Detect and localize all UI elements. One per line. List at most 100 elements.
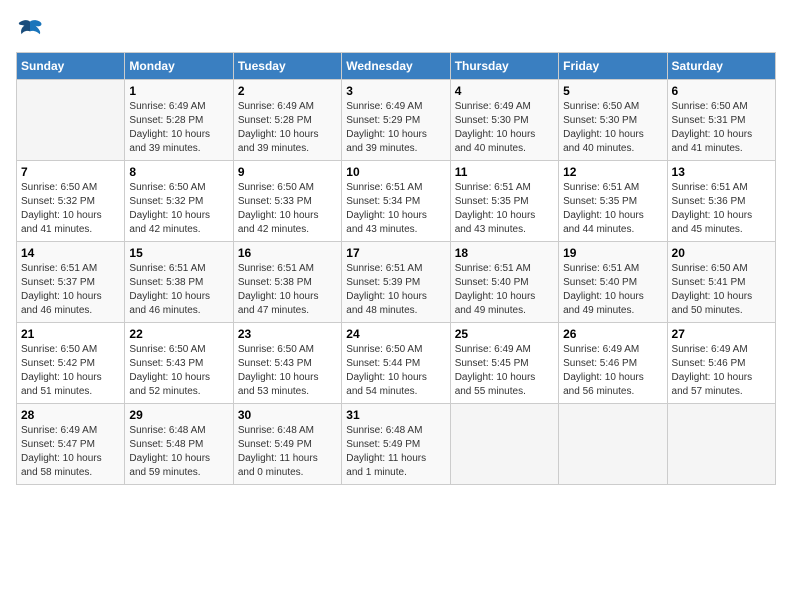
day-info: Sunrise: 6:51 AM Sunset: 5:40 PM Dayligh… bbox=[563, 262, 662, 318]
page-header bbox=[16, 16, 776, 44]
day-number: 18 bbox=[455, 246, 554, 260]
day-number: 9 bbox=[238, 165, 337, 179]
day-number: 16 bbox=[238, 246, 337, 260]
calendar-week-4: 21 Sunrise: 6:50 AM Sunset: 5:42 PM Dayli… bbox=[17, 323, 776, 404]
day-info: Sunrise: 6:50 AM Sunset: 5:43 PM Dayligh… bbox=[238, 343, 337, 399]
day-number: 22 bbox=[129, 327, 228, 341]
day-info: Sunrise: 6:49 AM Sunset: 5:29 PM Dayligh… bbox=[346, 100, 445, 156]
day-number: 11 bbox=[455, 165, 554, 179]
calendar-cell: 21 Sunrise: 6:50 AM Sunset: 5:42 PM Dayli… bbox=[17, 323, 125, 404]
weekday-friday: Friday bbox=[559, 53, 667, 80]
day-info: Sunrise: 6:49 AM Sunset: 5:45 PM Dayligh… bbox=[455, 343, 554, 399]
day-number: 6 bbox=[672, 84, 771, 98]
calendar-week-2: 7 Sunrise: 6:50 AM Sunset: 5:32 PM Daylig… bbox=[17, 161, 776, 242]
day-info: Sunrise: 6:50 AM Sunset: 5:33 PM Dayligh… bbox=[238, 181, 337, 237]
calendar-cell: 11 Sunrise: 6:51 AM Sunset: 5:35 PM Dayli… bbox=[450, 161, 558, 242]
day-number: 25 bbox=[455, 327, 554, 341]
calendar-week-3: 14 Sunrise: 6:51 AM Sunset: 5:37 PM Dayli… bbox=[17, 242, 776, 323]
calendar-cell bbox=[667, 404, 775, 485]
day-info: Sunrise: 6:49 AM Sunset: 5:46 PM Dayligh… bbox=[563, 343, 662, 399]
calendar-cell: 18 Sunrise: 6:51 AM Sunset: 5:40 PM Dayli… bbox=[450, 242, 558, 323]
calendar-cell: 26 Sunrise: 6:49 AM Sunset: 5:46 PM Dayli… bbox=[559, 323, 667, 404]
day-info: Sunrise: 6:51 AM Sunset: 5:35 PM Dayligh… bbox=[455, 181, 554, 237]
day-number: 3 bbox=[346, 84, 445, 98]
day-number: 1 bbox=[129, 84, 228, 98]
calendar-cell: 27Sunrise: 6:49 AM Sunset: 5:46 PM Dayli… bbox=[667, 323, 775, 404]
day-number: 30 bbox=[238, 408, 337, 422]
day-info: Sunrise: 6:51 AM Sunset: 5:34 PM Dayligh… bbox=[346, 181, 445, 237]
day-info: Sunrise: 6:50 AM Sunset: 5:42 PM Dayligh… bbox=[21, 343, 120, 399]
day-info: Sunrise: 6:51 AM Sunset: 5:36 PM Dayligh… bbox=[672, 181, 771, 237]
day-number: 23 bbox=[238, 327, 337, 341]
calendar-cell: 10 Sunrise: 6:51 AM Sunset: 5:34 PM Dayli… bbox=[342, 161, 450, 242]
day-info: Sunrise: 6:49 AM Sunset: 5:28 PM Dayligh… bbox=[238, 100, 337, 156]
day-number: 5 bbox=[563, 84, 662, 98]
day-info: Sunrise: 6:49 AM Sunset: 5:30 PM Dayligh… bbox=[455, 100, 554, 156]
day-info: Sunrise: 6:48 AM Sunset: 5:49 PM Dayligh… bbox=[346, 424, 445, 480]
calendar-cell: 12Sunrise: 6:51 AM Sunset: 5:35 PM Dayli… bbox=[559, 161, 667, 242]
weekday-monday: Monday bbox=[125, 53, 233, 80]
calendar-cell: 28Sunrise: 6:49 AM Sunset: 5:47 PM Dayli… bbox=[17, 404, 125, 485]
calendar-cell: 23 Sunrise: 6:50 AM Sunset: 5:43 PM Dayli… bbox=[233, 323, 341, 404]
calendar-cell bbox=[559, 404, 667, 485]
day-info: Sunrise: 6:50 AM Sunset: 5:43 PM Dayligh… bbox=[129, 343, 228, 399]
day-info: Sunrise: 6:50 AM Sunset: 5:32 PM Dayligh… bbox=[21, 181, 120, 237]
day-number: 20 bbox=[672, 246, 771, 260]
day-info: Sunrise: 6:51 AM Sunset: 5:40 PM Dayligh… bbox=[455, 262, 554, 318]
calendar-cell: 1 Sunrise: 6:49 AM Sunset: 5:28 PM Daylig… bbox=[125, 80, 233, 161]
day-number: 21 bbox=[21, 327, 120, 341]
day-number: 27 bbox=[672, 327, 771, 341]
day-number: 13 bbox=[672, 165, 771, 179]
day-info: Sunrise: 6:50 AM Sunset: 5:31 PM Dayligh… bbox=[672, 100, 771, 156]
calendar-cell: 29 Sunrise: 6:48 AM Sunset: 5:48 PM Dayli… bbox=[125, 404, 233, 485]
day-number: 26 bbox=[563, 327, 662, 341]
calendar-cell bbox=[17, 80, 125, 161]
day-info: Sunrise: 6:48 AM Sunset: 5:48 PM Dayligh… bbox=[129, 424, 228, 480]
day-number: 29 bbox=[129, 408, 228, 422]
day-number: 28 bbox=[21, 408, 120, 422]
day-info: Sunrise: 6:50 AM Sunset: 5:44 PM Dayligh… bbox=[346, 343, 445, 399]
calendar-cell: 24 Sunrise: 6:50 AM Sunset: 5:44 PM Dayli… bbox=[342, 323, 450, 404]
calendar-cell: 3 Sunrise: 6:49 AM Sunset: 5:29 PM Daylig… bbox=[342, 80, 450, 161]
calendar-cell: 15Sunrise: 6:51 AM Sunset: 5:38 PM Dayli… bbox=[125, 242, 233, 323]
calendar-cell: 22 Sunrise: 6:50 AM Sunset: 5:43 PM Dayli… bbox=[125, 323, 233, 404]
day-number: 14 bbox=[21, 246, 120, 260]
day-number: 2 bbox=[238, 84, 337, 98]
weekday-tuesday: Tuesday bbox=[233, 53, 341, 80]
day-number: 19 bbox=[563, 246, 662, 260]
calendar-table: SundayMondayTuesdayWednesdayThursdayFrid… bbox=[16, 52, 776, 485]
calendar-cell: 16 Sunrise: 6:51 AM Sunset: 5:38 PM Dayli… bbox=[233, 242, 341, 323]
day-info: Sunrise: 6:50 AM Sunset: 5:32 PM Dayligh… bbox=[129, 181, 228, 237]
logo-icon bbox=[16, 16, 44, 44]
calendar-cell: 31Sunrise: 6:48 AM Sunset: 5:49 PM Dayli… bbox=[342, 404, 450, 485]
day-info: Sunrise: 6:51 AM Sunset: 5:35 PM Dayligh… bbox=[563, 181, 662, 237]
calendar-cell: 7 Sunrise: 6:50 AM Sunset: 5:32 PM Daylig… bbox=[17, 161, 125, 242]
calendar-cell bbox=[450, 404, 558, 485]
day-number: 7 bbox=[21, 165, 120, 179]
calendar-week-5: 28Sunrise: 6:49 AM Sunset: 5:47 PM Dayli… bbox=[17, 404, 776, 485]
logo bbox=[16, 16, 48, 44]
calendar-cell: 20 Sunrise: 6:50 AM Sunset: 5:41 PM Dayli… bbox=[667, 242, 775, 323]
calendar-cell: 19 Sunrise: 6:51 AM Sunset: 5:40 PM Dayli… bbox=[559, 242, 667, 323]
calendar-cell: 30Sunrise: 6:48 AM Sunset: 5:49 PM Dayli… bbox=[233, 404, 341, 485]
day-number: 15 bbox=[129, 246, 228, 260]
day-number: 10 bbox=[346, 165, 445, 179]
day-info: Sunrise: 6:51 AM Sunset: 5:37 PM Dayligh… bbox=[21, 262, 120, 318]
calendar-cell: 2 Sunrise: 6:49 AM Sunset: 5:28 PM Daylig… bbox=[233, 80, 341, 161]
day-number: 24 bbox=[346, 327, 445, 341]
calendar-cell: 8 Sunrise: 6:50 AM Sunset: 5:32 PM Daylig… bbox=[125, 161, 233, 242]
weekday-wednesday: Wednesday bbox=[342, 53, 450, 80]
calendar-cell: 5 Sunrise: 6:50 AM Sunset: 5:30 PM Daylig… bbox=[559, 80, 667, 161]
day-info: Sunrise: 6:50 AM Sunset: 5:30 PM Dayligh… bbox=[563, 100, 662, 156]
day-number: 8 bbox=[129, 165, 228, 179]
weekday-saturday: Saturday bbox=[667, 53, 775, 80]
weekday-header-row: SundayMondayTuesdayWednesdayThursdayFrid… bbox=[17, 53, 776, 80]
calendar-cell: 6 Sunrise: 6:50 AM Sunset: 5:31 PM Daylig… bbox=[667, 80, 775, 161]
day-info: Sunrise: 6:49 AM Sunset: 5:28 PM Dayligh… bbox=[129, 100, 228, 156]
day-number: 4 bbox=[455, 84, 554, 98]
weekday-thursday: Thursday bbox=[450, 53, 558, 80]
calendar-cell: 4 Sunrise: 6:49 AM Sunset: 5:30 PM Daylig… bbox=[450, 80, 558, 161]
calendar-cell: 14 Sunrise: 6:51 AM Sunset: 5:37 PM Dayli… bbox=[17, 242, 125, 323]
day-info: Sunrise: 6:50 AM Sunset: 5:41 PM Dayligh… bbox=[672, 262, 771, 318]
day-info: Sunrise: 6:51 AM Sunset: 5:38 PM Dayligh… bbox=[238, 262, 337, 318]
